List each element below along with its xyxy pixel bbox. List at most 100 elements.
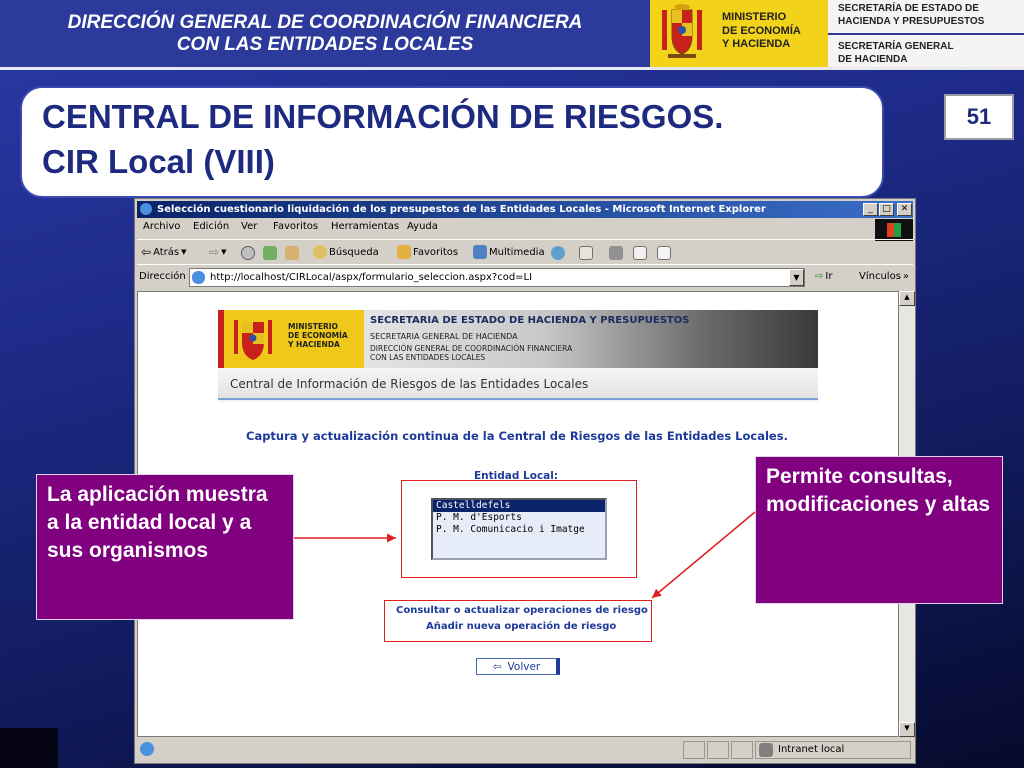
browser-title: Selección cuestionario liquidación de lo…: [157, 204, 766, 215]
status-panel: [707, 741, 729, 759]
banner-direccion-line1: DIRECCIÓN GENERAL DE COORDINACIÓN FINANC…: [370, 344, 573, 353]
menu-separator: [137, 239, 913, 240]
mail-icon[interactable]: [579, 246, 593, 260]
history-icon[interactable]: [551, 246, 565, 260]
secretariat-state: SECRETARÍA DE ESTADO DE HACIENDA Y PRESU…: [838, 2, 984, 28]
banner-direccion: DIRECCIÓN GENERAL DE COORDINACIÓN FINANC…: [370, 344, 572, 362]
go-button[interactable]: ⇨ Ir: [815, 271, 832, 282]
callout-left: La aplicación muestra a la entidad local…: [36, 474, 294, 620]
chevron-down-icon: ▼: [181, 248, 187, 256]
status-page-icon: [140, 742, 154, 756]
page-icon: [192, 271, 205, 284]
address-label: Dirección: [139, 271, 186, 282]
banner-coat-of-arms-icon: [234, 320, 272, 360]
multimedia-button[interactable]: Multimedia: [473, 245, 545, 259]
status-bar: Intranet local: [137, 739, 913, 761]
entity-label: Entidad Local:: [474, 470, 559, 482]
forward-arrow-icon: ⇨: [209, 245, 220, 259]
menu-herramientas[interactable]: Herramientas: [331, 221, 399, 232]
consult-operations-link[interactable]: Consultar o actualizar operaciones de ri…: [396, 605, 648, 616]
banner-secretaria-estado: SECRETARIA DE ESTADO DE HACIENDA Y PRESU…: [370, 315, 690, 326]
banner-central-title: Central de Información de Riesgos de las…: [230, 377, 589, 391]
slide-title-box: CENTRAL DE INFORMACIÓN DE RIESGOS. CIR L…: [20, 86, 884, 198]
banner-secretaria-general: SECRETARIA GENERAL DE HACIENDA: [370, 332, 518, 341]
entity-option[interactable]: P. M. Comunicacio i Imatge: [433, 524, 605, 536]
banner-ministry-line2: DE ECONOMÍA: [288, 331, 348, 340]
edit-icon[interactable]: [633, 246, 647, 260]
scroll-down-button[interactable]: ▼: [899, 722, 915, 737]
browser-titlebar: Selección cuestionario liquidación de lo…: [137, 201, 913, 218]
header-divider: [828, 33, 1024, 35]
ministry-line2: DE ECONOMÍA: [722, 24, 801, 37]
back-volver-button[interactable]: ⇦ Volver: [476, 658, 560, 675]
banner-ministry-line3: Y HACIENDA: [288, 340, 340, 349]
favorites-star-icon: [397, 245, 411, 259]
callout-right: Permite consultas, modificaciones y alta…: [755, 456, 1003, 604]
minimize-button[interactable]: _: [863, 203, 878, 216]
secretariat-general: SECRETARÍA GENERAL DE HACIENDA: [838, 40, 954, 66]
coat-of-arms-icon: [662, 4, 702, 58]
favorites-label: Favoritos: [413, 246, 459, 258]
refresh-icon[interactable]: [263, 246, 277, 260]
page-number: 51: [944, 94, 1014, 140]
maximize-button[interactable]: □: [879, 203, 894, 216]
banner-ministry-line1: MINISTERIO: [288, 322, 338, 331]
stop-icon[interactable]: [241, 246, 255, 260]
decorative-corner: [0, 728, 58, 768]
back-arrow-icon: ⇦: [141, 245, 152, 259]
favorites-button[interactable]: Favoritos: [397, 245, 458, 259]
entity-option[interactable]: P. M. d'Esports: [433, 512, 605, 524]
add-operation-link[interactable]: Añadir nueva operación de riesgo: [426, 621, 616, 632]
header-directorate: DIRECCIÓN GENERAL DE COORDINACIÓN FINANC…: [0, 0, 650, 70]
entity-listbox[interactable]: Castelldefels P. M. d'Esports P. M. Comu…: [431, 498, 607, 560]
address-input[interactable]: http://localhost/CIRLocal/aspx/formulari…: [189, 268, 805, 287]
intranet-icon: [759, 743, 773, 757]
back-label: Atrás: [153, 246, 180, 258]
ministry-line1: MINISTERIO: [722, 11, 787, 23]
banner-flag-red: [218, 310, 224, 368]
forward-button[interactable]: ⇨ ▼: [209, 245, 226, 259]
search-icon: [313, 245, 327, 259]
links-button[interactable]: Vínculos »: [859, 271, 909, 282]
back-button[interactable]: ⇦ Atrás ▼: [141, 245, 187, 259]
site-banner: MINISTERIO DE ECONOMÍA Y HACIENDA SECRET…: [218, 310, 818, 402]
header-directorate-line1: DIRECCIÓN GENERAL DE COORDINACIÓN FINANC…: [67, 11, 583, 33]
windows-throbber: [875, 219, 913, 241]
secretariat-state-line2: HACIENDA Y PRESUPUESTOS: [838, 16, 985, 27]
left-arrow-icon: ⇦: [492, 660, 502, 673]
volver-label: Volver: [507, 660, 541, 673]
discuss-icon[interactable]: [657, 246, 671, 260]
header-secretariats: SECRETARÍA DE ESTADO DE HACIENDA Y PRESU…: [828, 0, 1024, 70]
menu-edicion[interactable]: Edición: [193, 221, 229, 232]
scroll-up-button[interactable]: ▲: [899, 291, 915, 306]
banner-ministry: MINISTERIO DE ECONOMÍA Y HACIENDA: [288, 322, 348, 349]
header-ministry: MINISTERIO DE ECONOMÍA Y HACIENDA: [650, 0, 828, 70]
print-icon[interactable]: [609, 246, 623, 260]
go-arrow-icon: ⇨: [815, 271, 824, 282]
status-panel: [731, 741, 753, 759]
menu-ayuda[interactable]: Ayuda: [407, 221, 438, 232]
banner-direccion-line2: CON LAS ENTIDADES LOCALES: [370, 353, 486, 362]
status-zone: Intranet local: [755, 741, 911, 759]
ie-logo-icon: [140, 203, 152, 215]
search-label: Búsqueda: [329, 246, 379, 258]
menu-favoritos[interactable]: Favoritos: [273, 221, 318, 232]
status-zone-label: Intranet local: [778, 744, 845, 755]
search-button[interactable]: Búsqueda: [313, 245, 379, 259]
ministry-text: MINISTERIO DE ECONOMÍA Y HACIENDA: [722, 11, 801, 52]
close-button[interactable]: ✕: [897, 203, 912, 216]
ministry-line3: Y HACIENDA: [722, 38, 791, 50]
entity-option-selected[interactable]: Castelldefels: [433, 500, 605, 512]
home-icon[interactable]: [285, 246, 299, 260]
status-panel: [683, 741, 705, 759]
secretariat-state-line1: SECRETARÍA DE ESTADO DE: [838, 3, 979, 14]
multimedia-label: Multimedia: [489, 246, 545, 258]
address-dropdown-button[interactable]: ▼: [789, 269, 804, 286]
chevron-right-icon: »: [902, 271, 910, 282]
address-url: http://localhost/CIRLocal/aspx/formulari…: [210, 272, 533, 283]
windows-flag-icon: [887, 223, 901, 237]
menu-archivo[interactable]: Archivo: [143, 221, 180, 232]
slide-title-line1: CENTRAL DE INFORMACIÓN DE RIESGOS.: [42, 98, 724, 135]
menu-ver[interactable]: Ver: [241, 221, 257, 232]
slide-title-line2: CIR Local (VIII): [42, 143, 275, 180]
